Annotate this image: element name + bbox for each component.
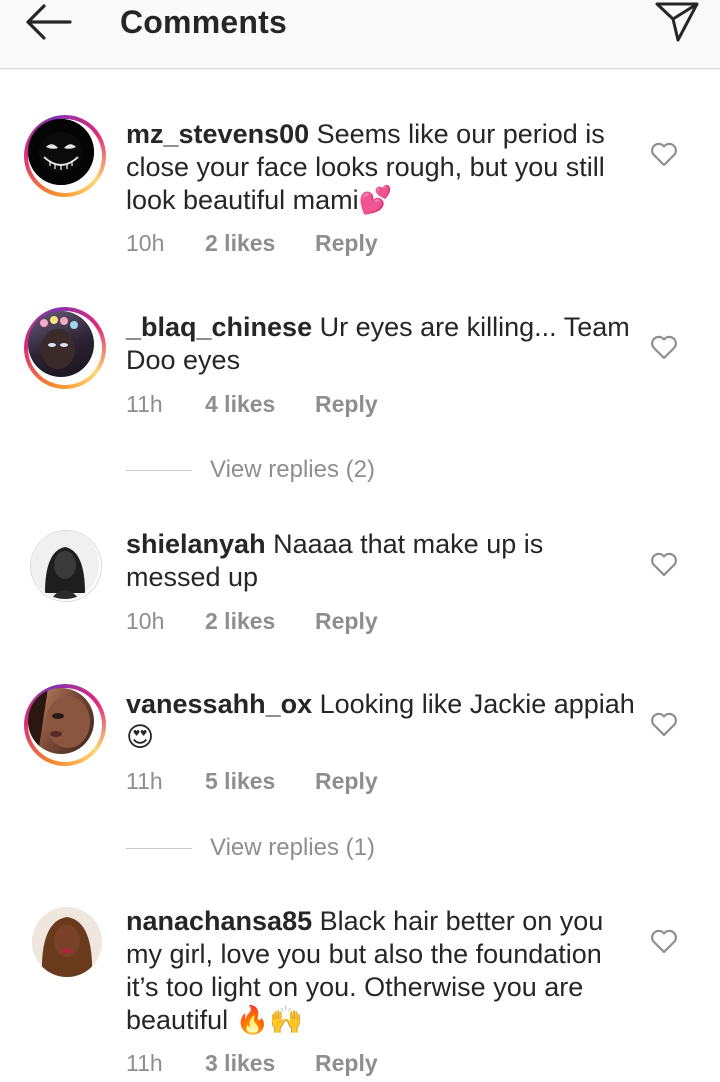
avatar-photo-image [40, 316, 78, 369]
heart-eyes-emoji: 😍 [126, 722, 155, 753]
comment-time: 10h [126, 608, 165, 634]
heart-icon [651, 335, 677, 360]
avatar-jack-skellington-image [28, 119, 94, 185]
paper-plane-icon [655, 2, 699, 42]
comment-username[interactable]: vanessahh_ox [126, 689, 312, 719]
view-replies-button[interactable]: View replies (1) [126, 834, 426, 864]
comment-username[interactable]: nanachansa85 [126, 906, 312, 936]
divider [126, 470, 192, 471]
divider [126, 848, 192, 849]
avatar[interactable] [24, 307, 106, 389]
comment-body: Looking like Jackie appiah [312, 689, 635, 719]
comment-text: nanachansa85 Black hair better on you my… [126, 905, 636, 1037]
comment-username[interactable]: mz_stevens00 [126, 119, 309, 149]
comment-likes[interactable]: 5 likes [205, 768, 275, 795]
page-title: Comments [120, 4, 287, 40]
avatar[interactable] [24, 684, 106, 766]
reply-button[interactable]: Reply [315, 608, 378, 635]
heart-icon [651, 552, 677, 577]
view-replies-label: View replies (1) [210, 834, 375, 861]
comment-likes[interactable]: 2 likes [205, 230, 275, 257]
heart-icon [651, 929, 677, 954]
two-hearts-emoji: 💕 [358, 185, 393, 216]
comment-likes[interactable]: 3 likes [205, 1050, 275, 1077]
comment-text: shielanyah Naaaa that make up is messed … [126, 528, 636, 594]
fire-raised-hands-emoji: 🔥🙌 [235, 1005, 303, 1036]
avatar[interactable] [24, 115, 106, 197]
avatar-photo-image [28, 688, 90, 754]
view-replies-button[interactable]: View replies (2) [126, 456, 426, 486]
view-replies-label: View replies (2) [210, 456, 375, 483]
share-button[interactable] [650, 0, 702, 44]
back-button[interactable] [18, 0, 78, 44]
reply-button[interactable]: Reply [315, 768, 378, 795]
arrow-left-icon [26, 4, 72, 40]
comment-text: vanessahh_ox Looking like Jackie appiah … [126, 688, 636, 754]
reply-button[interactable]: Reply [315, 391, 378, 418]
avatar-photo-image [32, 907, 102, 977]
like-button[interactable] [650, 711, 678, 737]
comment-text: mz_stevens00 Seems like our period is cl… [126, 118, 636, 217]
like-button[interactable] [650, 334, 678, 360]
comment-time: 11h [126, 1050, 163, 1076]
comment-time: 11h [126, 391, 163, 417]
heart-icon [651, 142, 677, 167]
like-button[interactable] [650, 551, 678, 577]
comment-username[interactable]: _blaq_chinese [126, 312, 312, 342]
comment-likes[interactable]: 2 likes [205, 608, 275, 635]
comment-time: 10h [126, 230, 165, 256]
comment-likes[interactable]: 4 likes [205, 391, 275, 418]
avatar-photo-image [31, 531, 99, 599]
comment-time: 11h [126, 768, 163, 794]
comments-header: Comments [0, 0, 720, 69]
avatar[interactable] [32, 907, 102, 977]
reply-button[interactable]: Reply [315, 230, 378, 257]
like-button[interactable] [650, 141, 678, 167]
heart-icon [651, 712, 677, 737]
comment-text: _blaq_chinese Ur eyes are killing... Tea… [126, 311, 636, 377]
avatar[interactable] [30, 530, 102, 602]
like-button[interactable] [650, 928, 678, 954]
comment-username[interactable]: shielanyah [126, 529, 266, 559]
reply-button[interactable]: Reply [315, 1050, 378, 1077]
